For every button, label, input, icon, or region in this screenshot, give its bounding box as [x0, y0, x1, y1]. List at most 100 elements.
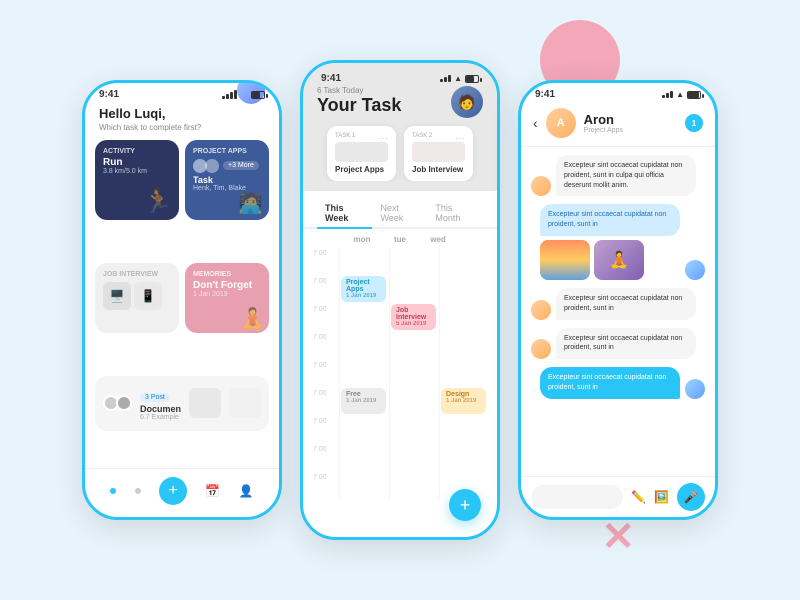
msg-avatar-5 [685, 379, 705, 399]
battery-2 [465, 75, 479, 83]
chat-avatar-initial: A [557, 117, 565, 129]
battery-3 [687, 91, 701, 99]
message-5: Excepteur sint occaecat cupidatat non pr… [531, 367, 705, 399]
phone-2: 9:41 ▲ 6 Task Today Your Tas [300, 60, 500, 540]
day-tue: tue [381, 235, 419, 244]
event-project-apps-name: Project Apps [346, 279, 381, 293]
card-project[interactable]: PROJECT APPS +3 More Task Henk, Tim, Bla… [185, 140, 269, 220]
p3-signal-2 [666, 93, 669, 98]
card-memories-name: Don't Forget [193, 280, 261, 291]
msg-bubble-3: Excepteur sint occaecat cupidatat non pr… [556, 288, 696, 320]
slot-cols-0 [339, 248, 487, 276]
avatar-phone2: 🧑 [451, 86, 483, 118]
card-doc-detail: 6.7 Example [140, 414, 181, 421]
memories-figure-icon: 🧘 [240, 306, 265, 331]
image-icon[interactable]: 🖼️ [654, 490, 669, 504]
nav-profile-icon[interactable]: 👤 [239, 484, 254, 498]
signal-2 [226, 94, 229, 99]
card-project-name: Task [193, 175, 261, 185]
task-title: Your Task [317, 95, 401, 116]
msg-avatar-3 [531, 300, 551, 320]
signal-1 [222, 96, 225, 99]
task-card-2-name: Job Interview [412, 165, 465, 174]
slot-col-wed-0 [439, 248, 487, 276]
day-mon: mon [343, 235, 381, 244]
tab-this-month[interactable]: This Month [427, 199, 483, 227]
message-2: Excepteur sint occaecat cupidatat non pr… [531, 204, 705, 280]
phone1-header: Hello Luqi, Which task to complete first… [85, 102, 279, 140]
nav-home[interactable] [110, 488, 116, 494]
task-card-1[interactable]: ··· TASK 1 Project Apps [327, 126, 396, 181]
signal-3 [230, 92, 233, 99]
msg-avatar-4 [531, 339, 551, 359]
event-free[interactable]: Free 1 Jan 2019 [341, 388, 386, 414]
msg-bubble-1: Excepteur sint occaecat cupidatat non pr… [556, 155, 696, 196]
time-slot-0: 7:00 [313, 248, 487, 276]
tab-this-week[interactable]: This Week [317, 199, 372, 229]
msg-image-sunset [540, 240, 590, 280]
edit-icon[interactable]: ✏️ [631, 490, 646, 504]
p3-signal-1 [662, 95, 665, 98]
job-thumb-1: 🖥️ [103, 282, 131, 310]
tab-next-week[interactable]: Next Week [372, 199, 427, 227]
message-1: Excepteur sint occaecat cupidatat non pr… [531, 155, 705, 196]
phone2-fab-button[interactable]: + [449, 489, 481, 521]
status-time-1: 9:41 [99, 89, 119, 100]
time-slot-7: 7:00 [313, 444, 487, 472]
time-slot-1: 7:00 Project Apps 1 Jan 2019 [313, 276, 487, 304]
card-doc-name: Documen [140, 404, 181, 414]
event-design[interactable]: Design 1 Jan 2019 [441, 388, 486, 414]
event-job-interview-name: Job Interview [396, 307, 431, 321]
phone-1: 9:41 ▲ Hello Luqi, W [82, 80, 282, 520]
chat-header: ‹ A Aron Project Apps 1 [521, 102, 715, 147]
time-slot-2: 7:00 Job Interview 5 Jan 2019 [313, 304, 487, 332]
task-card-2-dots[interactable]: ··· [455, 133, 465, 144]
status-time-3: 9:41 [535, 89, 555, 100]
time-slot-6: 7:00 [313, 416, 487, 444]
phones-wrapper: 9:41 ▲ Hello Luqi, W [0, 0, 800, 600]
mic-button[interactable]: 🎤 [677, 483, 705, 511]
nav-add-button[interactable]: + [159, 477, 187, 505]
msg-bubble-4: Excepteur sint occaecat cupidatat non pr… [556, 328, 696, 360]
message-input[interactable] [531, 485, 623, 509]
card-activity-label: ACTIVITY [103, 148, 171, 155]
event-job-interview[interactable]: Job Interview 5 Jan 2019 [391, 304, 436, 330]
back-button[interactable]: ‹ [533, 115, 538, 131]
status-bar-2: 9:41 ▲ [317, 67, 483, 86]
project-figure-icon: 🧑‍💻 [238, 191, 263, 216]
doc-thumb [189, 388, 221, 418]
chat-badge: 1 [685, 114, 703, 132]
cards-grid: ACTIVITY Run 3.8 km/5.0 km 🏃 PROJECT APP… [85, 140, 279, 468]
task-card-1-thumb [335, 142, 388, 162]
card-documents[interactable]: 3 Post Documen 6.7 Example [95, 376, 269, 431]
chat-contact-sub: Project Apps [584, 127, 623, 134]
status-icons-2: ▲ [440, 74, 479, 83]
time-slot-5: 7:00 Free 1 Jan 2019 D [313, 388, 487, 416]
chat-contact-info: Aron Project Apps [584, 112, 623, 134]
task-card-2[interactable]: ··· TASK 2 Job Interview [404, 126, 473, 181]
status-icons-3: ▲ [662, 90, 701, 99]
event-design-name: Design [446, 391, 481, 398]
msg-bubble-2: Excepteur sint occaecat cupidatat non pr… [540, 204, 680, 236]
card-memories-label: MEMORIES [193, 271, 261, 278]
p2-signal-1 [440, 79, 443, 82]
event-project-apps-date: 1 Jan 2019 [346, 293, 381, 299]
bottom-nav-1: + 📅 👤 [85, 468, 279, 517]
task-card-1-name: Project Apps [335, 165, 388, 174]
day-wed: wed [419, 235, 457, 244]
card-job[interactable]: JOB INTERVIEW 🖥️ 📱 [95, 263, 179, 333]
greeting-text: Hello Luqi, [99, 106, 265, 123]
card-memories[interactable]: MEMORIES Don't Forget 1 Jan 2019 🧘 [185, 263, 269, 333]
p3-wifi-icon: ▲ [676, 90, 684, 99]
run-figure-icon: 🏃 [143, 187, 173, 216]
card-activity[interactable]: ACTIVITY Run 3.8 km/5.0 km 🏃 [95, 140, 179, 220]
card-memories-detail: 1 Jan 2019 [193, 291, 261, 298]
msg-images-2: 🧘 [540, 240, 680, 280]
card-project-tag: +3 More [223, 161, 259, 170]
card-activity-detail: 3.8 km/5.0 km [103, 168, 171, 175]
task-card-1-dots[interactable]: ··· [378, 133, 388, 144]
nav-search[interactable] [135, 488, 141, 494]
event-job-interview-date: 5 Jan 2019 [396, 321, 431, 327]
nav-calendar-icon[interactable]: 📅 [205, 484, 220, 498]
event-project-apps[interactable]: Project Apps 1 Jan 2019 [341, 276, 386, 302]
